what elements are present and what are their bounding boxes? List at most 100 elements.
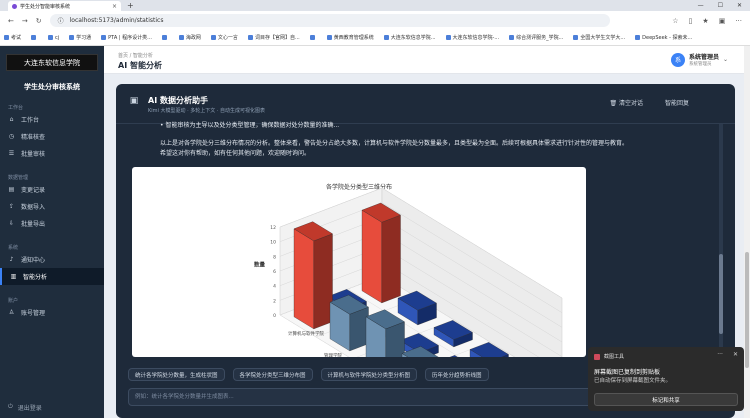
tab-title: 学生处分智能审核系统 bbox=[20, 3, 71, 10]
page-title: AI 智能分析 bbox=[118, 61, 162, 70]
sidebar-item[interactable]: ▥ 智能分析 bbox=[0, 268, 104, 285]
bookmark-icon bbox=[101, 35, 107, 40]
bookmark-item[interactable]: 大连东软信息学院... bbox=[383, 34, 436, 41]
screenshot-toast: 截图工具 ··· ✕ 屏幕截图已复制到剪贴板 已自动保存到屏幕截图文件夹。 标记和… bbox=[588, 347, 744, 411]
home-icon: ⌂ bbox=[9, 116, 14, 123]
suggestion-chip[interactable]: 统计各学院处分数量，生成柱状图 bbox=[128, 368, 225, 381]
z-tick-label: 6 bbox=[273, 269, 276, 275]
message-summary: 以上是对各学院处分三维分布情况的分析。整体来看，警告处分占绝大多数，计算机与软件… bbox=[160, 140, 629, 157]
new-tab-icon[interactable]: + bbox=[127, 1, 134, 11]
back-icon[interactable]: ← bbox=[8, 17, 14, 25]
page-scroll-thumb[interactable] bbox=[745, 252, 749, 368]
sidebar-item-label: 工作台 bbox=[21, 117, 40, 124]
z-tick-label: 2 bbox=[273, 298, 276, 304]
clock-icon: ◷ bbox=[8, 133, 15, 140]
bar-side bbox=[381, 214, 401, 304]
sidebar-item[interactable]: ☰ 批量审核 bbox=[0, 145, 104, 162]
logout-icon: ⏻ bbox=[8, 403, 13, 410]
bookmark-label: 黄西教育管理系统 bbox=[333, 35, 374, 41]
page-scrollbar[interactable] bbox=[744, 46, 750, 418]
maximize-icon[interactable]: ☐ bbox=[718, 1, 723, 11]
suggestion-chips: 统计各学院处分数量，生成柱状图 各学院处分类型三维分布图 计算机与软件学院处分类型分… bbox=[128, 368, 489, 381]
split-icon[interactable]: ▯ bbox=[689, 17, 693, 25]
bookmark-icon bbox=[69, 35, 75, 40]
sidebar-item[interactable]: ▤ 变更记录 bbox=[0, 181, 104, 198]
bookmark-icon bbox=[247, 35, 253, 40]
sidebar-group-label: 系统 bbox=[8, 245, 19, 251]
favorites-icon[interactable]: ★ bbox=[702, 17, 708, 25]
bookmark-item[interactable]: 大连东软信息学院-... bbox=[445, 34, 499, 41]
sidebar-item-label: 批量审核 bbox=[21, 151, 46, 158]
sidebar-item[interactable]: ⇩ 批量导出 bbox=[0, 215, 104, 232]
bookmark-icon bbox=[161, 35, 167, 40]
suggestion-chip[interactable]: 各学院处分类型三维分布图 bbox=[232, 368, 313, 381]
bookmark-item[interactable]: cj bbox=[48, 35, 59, 41]
clear-chat-button[interactable]: 🗑 清空对话 bbox=[609, 98, 643, 107]
snipping-tool-icon bbox=[594, 353, 600, 360]
reload-icon[interactable]: ↻ bbox=[36, 17, 42, 25]
bookmark-item[interactable]: 考试 bbox=[4, 34, 21, 41]
sidebar-group-label: 账户 bbox=[8, 298, 19, 304]
browser-tab[interactable]: 学生处分智能审核系统 × bbox=[8, 1, 121, 11]
bar-front bbox=[293, 228, 314, 330]
bookmark-item[interactable]: 海政网 bbox=[178, 34, 201, 41]
sidebar-item[interactable]: ⌂ 工作台 bbox=[0, 111, 104, 128]
sidebar-item[interactable]: ♪ 通知中心 bbox=[0, 251, 104, 268]
bookmark-label: PTA | 程序设计类... bbox=[108, 35, 152, 41]
chip-icon: ▣ bbox=[129, 96, 139, 106]
bookmark-item[interactable] bbox=[161, 35, 169, 40]
bookmark-label: cj bbox=[55, 34, 60, 41]
chat-scrollbar[interactable] bbox=[719, 124, 723, 354]
bookmark-label: 海政网 bbox=[185, 35, 201, 41]
logout-button[interactable]: ⏻ 退出登录 bbox=[8, 403, 42, 412]
bookmark-icon bbox=[309, 35, 315, 40]
bookmark-label: 大连东软信息学院... bbox=[390, 35, 436, 41]
url-field[interactable]: ⓘ localhost:5173/admin/statistics bbox=[49, 14, 610, 27]
more-icon[interactable]: ··· bbox=[717, 351, 723, 358]
markup-share-button[interactable]: 标记和共享 bbox=[594, 393, 738, 406]
bookmark-item[interactable] bbox=[309, 35, 317, 40]
minimize-icon[interactable]: — bbox=[698, 1, 704, 11]
bookmark-icon bbox=[573, 35, 579, 40]
bookmark-icon bbox=[509, 35, 515, 40]
close-tab-icon[interactable]: × bbox=[112, 3, 117, 10]
close-window-icon[interactable]: ✕ bbox=[737, 1, 742, 11]
info-icon: ⓘ bbox=[57, 18, 64, 25]
avatar: 系 bbox=[670, 52, 685, 67]
reset-button[interactable]: 智能回复 bbox=[665, 98, 689, 107]
sidebar-item-label: 通知中心 bbox=[21, 257, 46, 264]
bookmark-item[interactable]: 词目存【官网】自... bbox=[247, 34, 300, 41]
toast-line2: 已自动保存到屏幕截图文件夹。 bbox=[594, 378, 672, 384]
bookmark-item[interactable]: 综合测评服务_学院... bbox=[509, 34, 563, 41]
sidebar-item[interactable]: ◷ 精准核查 bbox=[0, 128, 104, 145]
bookmark-icon bbox=[445, 35, 451, 40]
chat-scroll-thumb[interactable] bbox=[719, 254, 723, 334]
bookmark-item[interactable]: 学习通 bbox=[69, 34, 91, 41]
bookmark-item[interactable] bbox=[31, 35, 38, 40]
bookmark-item[interactable]: 全国大学生文学大... bbox=[573, 34, 625, 41]
bookmark-item[interactable]: 黄西教育管理系统 bbox=[326, 34, 374, 41]
user-menu[interactable]: 系 系统管理员 系统管理员 ⌄ bbox=[670, 52, 728, 67]
star-icon[interactable]: ☆ bbox=[672, 17, 678, 25]
bookmark-item[interactable]: PTA | 程序设计类... bbox=[101, 34, 152, 41]
system-title: 学生处分审核系统 bbox=[24, 83, 80, 91]
close-icon[interactable]: ✕ bbox=[733, 351, 738, 358]
collections-icon[interactable]: ▣ bbox=[719, 17, 726, 25]
sidebar-item-label: 数据导入 bbox=[21, 204, 46, 211]
suggestion-chip[interactable]: 计算机与软件学院处分类型分析图 bbox=[320, 368, 418, 381]
more-icon[interactable]: ··· bbox=[735, 17, 742, 25]
user-name: 系统管理员 bbox=[688, 54, 719, 61]
bookmark-item[interactable]: 文心一言 bbox=[210, 34, 238, 41]
z-tick-label: 0 bbox=[273, 313, 276, 319]
z-axis-label: 数量 bbox=[254, 261, 266, 269]
sidebar-item[interactable]: ♙ 账号管理 bbox=[0, 304, 104, 321]
bookmark-icon bbox=[210, 35, 216, 40]
bookmark-item[interactable]: DeepSeek - 探索未... bbox=[635, 34, 692, 41]
message-partial-line: • 智能审核为主导以及处分类型管理，确保数据对处分数量的准确... bbox=[160, 122, 340, 129]
vite-icon bbox=[12, 3, 17, 9]
logout-label: 退出登录 bbox=[17, 405, 42, 412]
suggestion-chip[interactable]: 历年处分趋势折线图 bbox=[425, 368, 489, 381]
bookmark-label: 考试 bbox=[11, 35, 22, 41]
sidebar-item[interactable]: ⇪ 数据导入 bbox=[0, 198, 104, 215]
forward-icon[interactable]: → bbox=[22, 17, 28, 25]
